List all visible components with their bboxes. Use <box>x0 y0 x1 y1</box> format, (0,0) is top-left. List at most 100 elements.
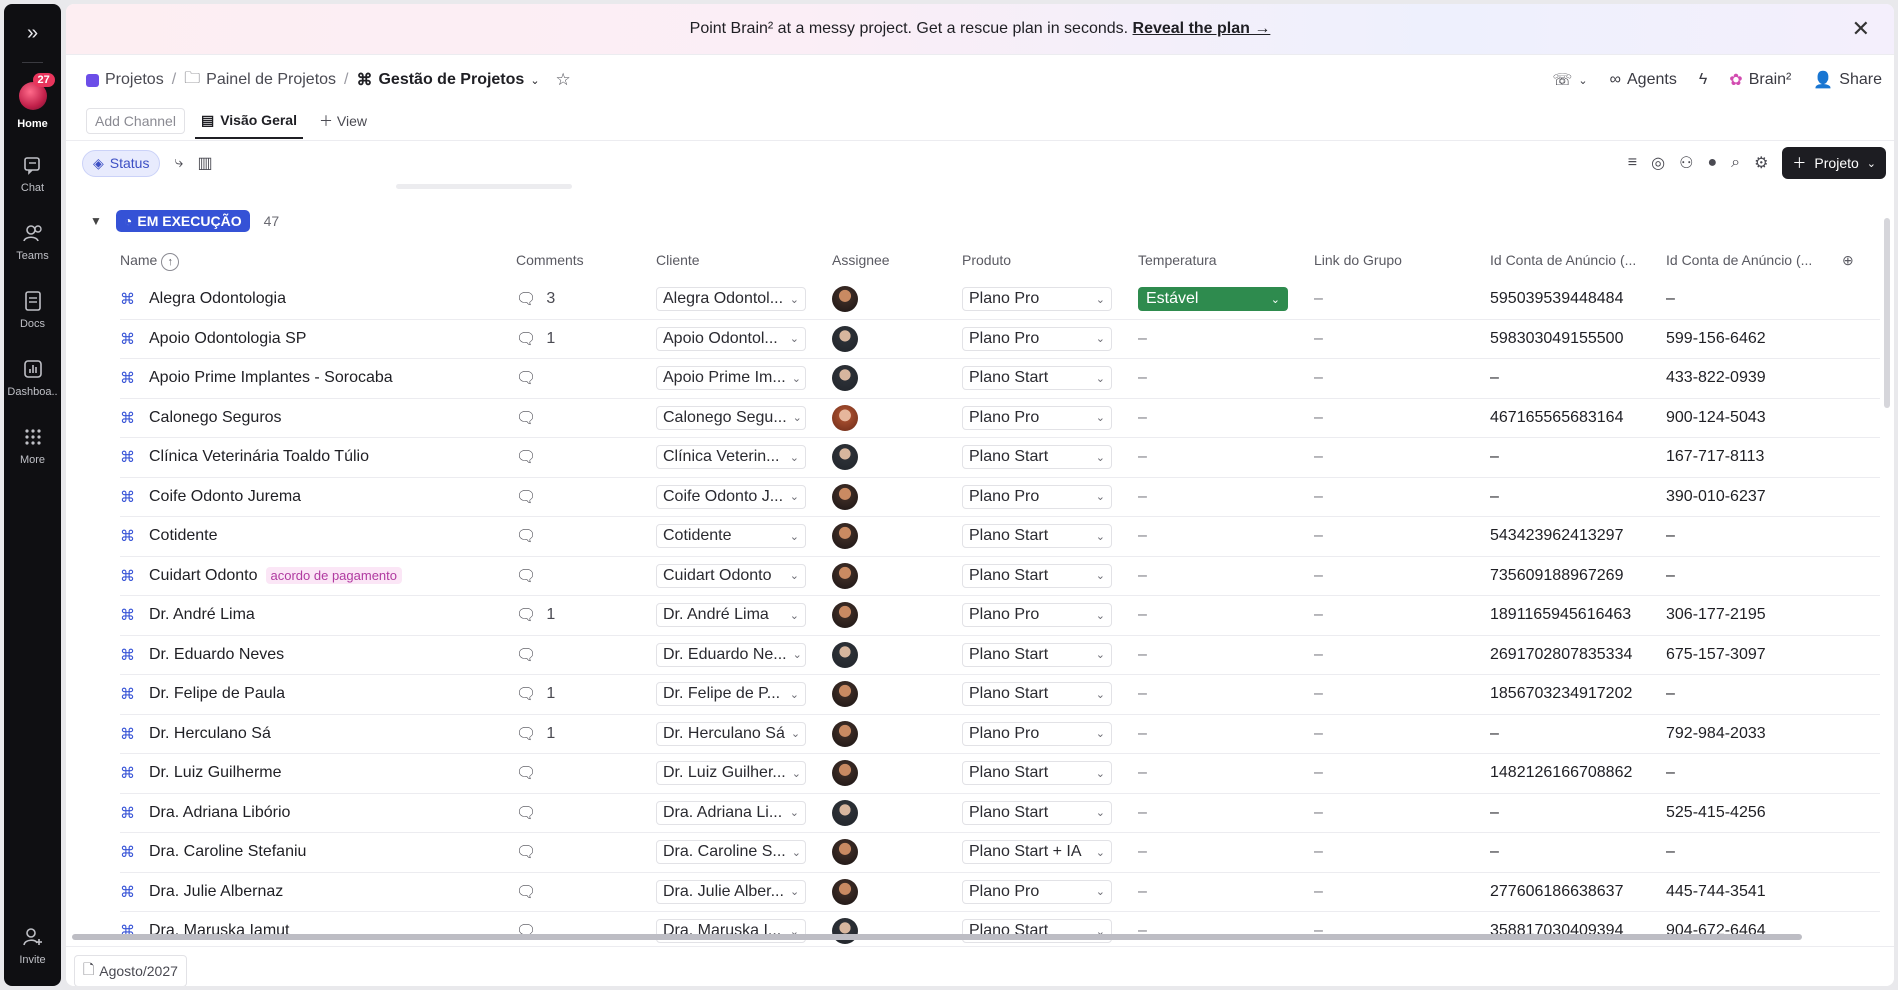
column-header-produto[interactable]: Produto <box>962 252 1011 268</box>
subtasks-icon[interactable]: ⤷ <box>174 154 183 172</box>
columns-icon[interactable]: ▥ <box>197 153 212 173</box>
cliente-cell[interactable]: Dr. Felipe de P... ⌄ <box>656 675 806 713</box>
rail-item-home[interactable]: 27 Home <box>4 73 61 130</box>
cliente-cell[interactable]: Dr. Herculano Sá ⌄ <box>656 715 806 753</box>
name-cell[interactable]: ⌘ Dr. André Lima <box>120 596 500 634</box>
close-icon[interactable]: ✕ <box>1852 4 1870 54</box>
brain-button[interactable]: ✿ Brain² <box>1729 70 1791 90</box>
avatar[interactable] <box>832 444 858 470</box>
breadcrumb-gestao[interactable]: ⌘ Gestão de Projetos ⌄ <box>356 70 539 90</box>
user-avatar-icon[interactable]: ● <box>1707 154 1717 172</box>
add-view-button[interactable]: ＋ View <box>313 103 373 139</box>
name-cell[interactable]: ⌘ Dr. Luiz Guilherme <box>120 754 500 792</box>
table-row[interactable]: ⌘ Cotidente 🗨 Cotidente ⌄ Plano Start ⌄ – – 54342… <box>120 517 1880 557</box>
cliente-cell[interactable]: Clínica Veterin... ⌄ <box>656 438 806 476</box>
cliente-dropdown[interactable]: Dra. Julie Alber... ⌄ <box>656 879 806 904</box>
id-conta-1-cell[interactable]: 1891165945616463 <box>1490 596 1631 634</box>
name-cell[interactable]: ⌘ Alegra Odontologia <box>120 280 500 318</box>
id-conta-1-cell[interactable]: 1482126166708862 <box>1490 754 1632 792</box>
column-header-link-grupo[interactable]: Link do Grupo <box>1314 252 1402 268</box>
project-name[interactable]: Dr. Herculano Sá <box>149 725 271 743</box>
assignee-cell[interactable] <box>832 478 858 516</box>
search-icon[interactable]: ⌕ <box>1731 154 1740 172</box>
name-cell[interactable]: ⌘ Apoio Odontologia SP <box>120 320 500 358</box>
avatar[interactable] <box>832 325 858 352</box>
id-conta-1-cell[interactable]: 598303049155500 <box>1490 320 1623 358</box>
project-name[interactable]: Dr. Felipe de Paula <box>149 685 285 703</box>
name-cell[interactable]: ⌘ Dra. Adriana Libório <box>120 794 500 832</box>
cliente-cell[interactable]: Dra. Julie Alber... ⌄ <box>656 873 806 911</box>
temperatura-cell[interactable]: – <box>1138 715 1147 753</box>
agents-button[interactable]: ∞ Agents <box>1610 71 1677 89</box>
produto-dropdown[interactable]: Plano Pro ⌄ <box>962 484 1112 509</box>
produto-dropdown[interactable]: Plano Start ⌄ <box>962 800 1112 825</box>
add-channel-button[interactable]: Add Channel <box>86 108 185 134</box>
name-cell[interactable]: ⌘ Coife Odonto Jurema <box>120 478 500 516</box>
table-row[interactable]: ⌘ Dra. Julie Albernaz 🗨 Dra. Julie Alber...… <box>120 873 1880 912</box>
project-name[interactable]: Dr. André Lima <box>149 606 255 624</box>
comments-cell[interactable]: 🗨 1 <box>516 320 555 358</box>
cliente-cell[interactable]: Apoio Prime Im... ⌄ <box>656 359 806 397</box>
assignee-cell[interactable] <box>832 320 858 358</box>
id-conta-1-cell[interactable]: – <box>1490 794 1499 832</box>
cliente-dropdown[interactable]: Dr. Felipe de P... ⌄ <box>656 682 806 706</box>
id-conta-1-cell[interactable]: – <box>1490 478 1499 516</box>
column-header-temperatura[interactable]: Temperatura <box>1138 252 1217 268</box>
produto-dropdown[interactable]: Plano Start ⌄ <box>962 682 1112 706</box>
temperatura-dropdown[interactable]: Estável ⌄ <box>1138 287 1288 311</box>
produto-dropdown[interactable]: Plano Pro ⌄ <box>962 405 1112 430</box>
produto-cell[interactable]: Plano Pro ⌄ <box>962 399 1112 437</box>
produto-cell[interactable]: Plano Pro ⌄ <box>962 596 1112 634</box>
share-button[interactable]: 👤 Share <box>1813 70 1882 90</box>
table-row[interactable]: ⌘ Apoio Odontologia SP 🗨 1 Apoio Odontol... ⌄… <box>120 320 1880 359</box>
project-name[interactable]: Clínica Veterinária Toaldo Túlio <box>149 448 369 466</box>
assignee-cell[interactable] <box>832 833 858 871</box>
assignee-cell[interactable] <box>832 675 858 713</box>
link-grupo-cell[interactable]: – <box>1314 794 1323 832</box>
avatar[interactable] <box>832 799 858 826</box>
rail-item-invite[interactable]: Invite <box>4 926 61 966</box>
table-row[interactable]: ⌘ Apoio Prime Implantes - Sorocaba 🗨 Apoio … <box>120 359 1880 399</box>
rail-item-teams[interactable]: Teams <box>4 222 61 262</box>
link-grupo-cell[interactable]: – <box>1314 715 1323 753</box>
column-header-comments[interactable]: Comments <box>516 252 584 268</box>
id-conta-1-cell[interactable]: 735609188967269 <box>1490 557 1623 595</box>
link-grupo-cell[interactable]: – <box>1314 557 1323 595</box>
table-row[interactable]: ⌘ Dra. Adriana Libório 🗨 Dra. Adriana Li...… <box>120 794 1880 833</box>
cliente-dropdown[interactable]: Alegra Odontol... ⌄ <box>656 287 806 311</box>
id-conta-1-cell[interactable]: 595039539448484 <box>1490 280 1623 318</box>
rail-item-docs[interactable]: Docs <box>4 290 61 330</box>
avatar[interactable] <box>832 483 858 510</box>
temperatura-cell[interactable]: – <box>1138 438 1147 476</box>
project-name[interactable]: Dra. Julie Albernaz <box>149 883 283 901</box>
cliente-dropdown[interactable]: Coife Odonto J... ⌄ <box>656 484 806 509</box>
add-projeto-button[interactable]: ＋ Projeto ⌄ <box>1782 147 1886 179</box>
temperatura-cell[interactable]: – <box>1138 912 1147 950</box>
automation-button[interactable]: ϟ <box>1699 71 1707 89</box>
name-cell[interactable]: ⌘ Clínica Veterinária Toaldo Túlio <box>120 438 500 476</box>
sort-asc-icon[interactable]: ↑ <box>161 253 180 271</box>
id-conta-2-cell[interactable]: 390-010-6237 <box>1666 478 1766 516</box>
project-name[interactable]: Apoio Odontologia SP <box>149 330 306 348</box>
avatar[interactable] <box>832 286 858 312</box>
produto-dropdown[interactable]: Plano Pro ⌄ <box>962 287 1112 311</box>
produto-dropdown[interactable]: Plano Pro ⌄ <box>962 603 1112 627</box>
id-conta-1-cell[interactable]: 2691702807835334 <box>1490 636 1632 674</box>
id-conta-1-cell[interactable]: 358817030409394 <box>1490 912 1623 950</box>
id-conta-1-cell[interactable]: – <box>1490 438 1499 476</box>
cliente-dropdown[interactable]: Dr. Herculano Sá ⌄ <box>656 721 806 746</box>
assignee-cell[interactable] <box>832 438 858 476</box>
horizontal-scrollbar[interactable] <box>72 934 1802 940</box>
comments-cell[interactable]: 🗨 1 <box>516 715 555 753</box>
assignees-icon[interactable]: ⚇ <box>1679 153 1693 173</box>
avatar[interactable] <box>832 760 858 786</box>
produto-dropdown[interactable]: Plano Start ⌄ <box>962 563 1112 588</box>
cliente-cell[interactable]: Cotidente ⌄ <box>656 517 806 555</box>
vertical-scrollbar[interactable] <box>1884 218 1890 408</box>
cliente-dropdown[interactable]: Dra. Adriana Li... ⌄ <box>656 800 806 825</box>
assignee-cell[interactable] <box>832 517 858 555</box>
cliente-dropdown[interactable]: Apoio Odontol... ⌄ <box>656 326 806 351</box>
comments-cell[interactable]: 🗨 <box>516 438 546 476</box>
comments-cell[interactable]: 🗨 1 <box>516 675 555 713</box>
temperatura-cell[interactable]: Estável ⌄ <box>1138 280 1288 318</box>
